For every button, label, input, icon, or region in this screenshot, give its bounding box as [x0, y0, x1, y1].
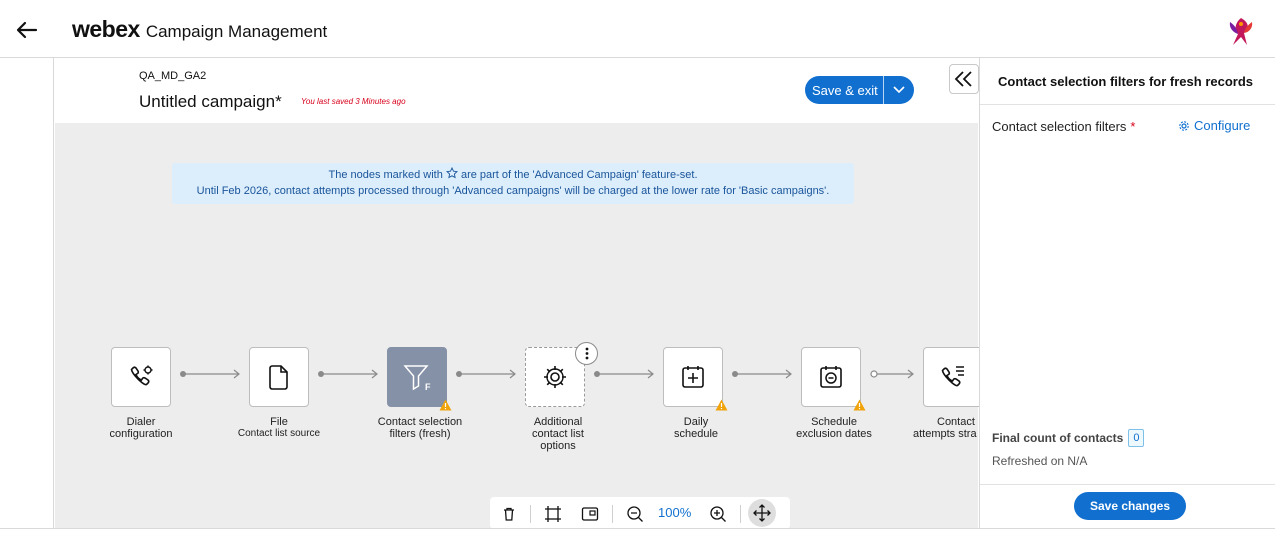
save-options-dropdown[interactable]	[884, 76, 914, 104]
save-exit-button-group: Save & exit	[805, 76, 914, 104]
final-count-label: Final count of contacts	[992, 431, 1124, 445]
configure-link[interactable]: Configure	[1178, 118, 1250, 133]
zoom-in-button[interactable]	[707, 503, 729, 525]
button-divider	[883, 76, 884, 104]
field-label-text: Contact selection filters	[992, 119, 1127, 134]
node-label-exclusion: Schedule exclusion dates	[774, 416, 894, 440]
move-icon	[753, 504, 771, 522]
avatar[interactable]	[1225, 15, 1257, 49]
toolbar-divider	[612, 505, 613, 523]
required-asterisk: *	[1130, 119, 1136, 134]
panel-title: Contact selection filters for fresh reco…	[998, 74, 1254, 89]
minimap-icon	[581, 507, 599, 521]
collapse-panel-button[interactable]	[949, 64, 979, 94]
contact-selection-filters-label: Contact selection filters *	[992, 119, 1135, 134]
node-label-line: options	[540, 440, 576, 452]
node-label-line: Contact	[937, 416, 975, 428]
final-count: Final count of contacts 0	[992, 429, 1145, 447]
zoom-out-icon	[627, 506, 643, 522]
campaign-header: QA_MD_GA2 Untitled campaign* You last sa…	[55, 58, 979, 123]
top-bar: webex Campaign Management	[0, 0, 1275, 58]
panel-divider	[980, 484, 1275, 485]
flow-connectors	[180, 369, 914, 379]
warning-icon	[715, 399, 728, 411]
node-label-file: File Contact list source	[219, 416, 339, 440]
trash-icon	[504, 507, 514, 521]
project-name: QA_MD_GA2	[139, 70, 207, 82]
app-title: Campaign Management	[145, 22, 328, 41]
save-changes-button[interactable]: Save changes	[1074, 492, 1186, 520]
fit-to-screen-button[interactable]	[542, 503, 564, 525]
node-label-filters: Contact selection filters (fresh)	[360, 416, 480, 440]
toolbar-divider	[530, 505, 531, 523]
brand: webex Campaign Management	[72, 16, 327, 43]
node-label-line: exclusion dates	[796, 428, 872, 440]
node-label-line: Additional	[533, 416, 583, 428]
node-daily-schedule[interactable]	[663, 347, 723, 407]
node-label-line: Contact selection	[377, 416, 463, 428]
gear-icon	[1179, 120, 1189, 131]
file-icon	[269, 365, 288, 390]
flow-canvas[interactable]: The nodes marked with are part of the 'A…	[55, 123, 983, 529]
back-arrow-icon[interactable]	[14, 17, 40, 43]
toolbar-divider	[740, 505, 741, 523]
node-label-line: configuration	[109, 428, 173, 440]
node-schedule-exclusion-dates[interactable]	[801, 347, 861, 407]
fit-screen-icon	[545, 506, 561, 522]
node-file[interactable]	[249, 347, 309, 407]
calendar-plus-icon	[682, 366, 704, 388]
panel-divider	[980, 104, 1275, 105]
configure-label: Configure	[1194, 118, 1251, 133]
zoom-in-icon	[710, 506, 726, 522]
phone-list-icon	[941, 366, 964, 387]
properties-panel: Contact selection filters for fresh reco…	[979, 58, 1275, 528]
node-label-attempts: Contact attempts stra	[893, 416, 978, 440]
last-saved-text: You last saved 3 Minutes ago	[301, 97, 406, 106]
node-dialer-configuration[interactable]	[111, 347, 171, 407]
node-label-line: Schedule	[811, 416, 857, 428]
canvas-toolbar: 100%	[490, 497, 790, 529]
bottom-border	[0, 528, 1275, 529]
node-label-additional: Additional contact list options	[498, 416, 618, 452]
webex-logo: webex	[72, 16, 140, 42]
warning-icon	[853, 399, 866, 411]
left-rail	[0, 58, 54, 528]
node-contact-attempts-strategy[interactable]	[923, 347, 983, 407]
more-options-button[interactable]	[575, 342, 598, 365]
node-label-line: filters (fresh)	[389, 428, 451, 440]
phone-gear-icon	[130, 365, 153, 386]
campaign-name[interactable]: Untitled campaign*	[139, 92, 282, 112]
more-vertical-icon	[585, 347, 588, 360]
save-exit-button[interactable]: Save & exit	[805, 83, 883, 98]
node-label-dialer: Dialer configuration	[81, 416, 201, 440]
pan-button[interactable]	[748, 499, 776, 527]
node-label-line: schedule	[673, 428, 719, 440]
node-label-line: File	[270, 416, 288, 428]
refreshed-text: Refreshed on N/A	[992, 454, 1088, 468]
gear-icon	[544, 366, 566, 388]
calendar-minus-icon	[820, 366, 842, 388]
node-label-line: Dialer	[126, 416, 156, 428]
minimap-button[interactable]	[579, 503, 601, 525]
delete-button[interactable]	[498, 503, 520, 525]
node-label-daily: Daily schedule	[636, 416, 756, 440]
filter-icon: F	[403, 365, 431, 392]
node-label-line: contact list	[532, 428, 584, 440]
chevron-down-icon	[893, 86, 905, 94]
final-count-badge: 0	[1128, 429, 1145, 447]
node-label-subline: Contact list source	[237, 428, 321, 439]
node-contact-selection-filters[interactable]: F	[387, 347, 447, 407]
svg-text:F: F	[425, 382, 431, 392]
node-label-line: Daily	[683, 416, 709, 428]
double-chevron-left-icon	[954, 71, 972, 87]
zoom-level: 100%	[658, 505, 692, 520]
zoom-out-button[interactable]	[624, 503, 646, 525]
warning-icon	[439, 399, 452, 411]
node-label-line: attempts stra	[913, 428, 977, 440]
